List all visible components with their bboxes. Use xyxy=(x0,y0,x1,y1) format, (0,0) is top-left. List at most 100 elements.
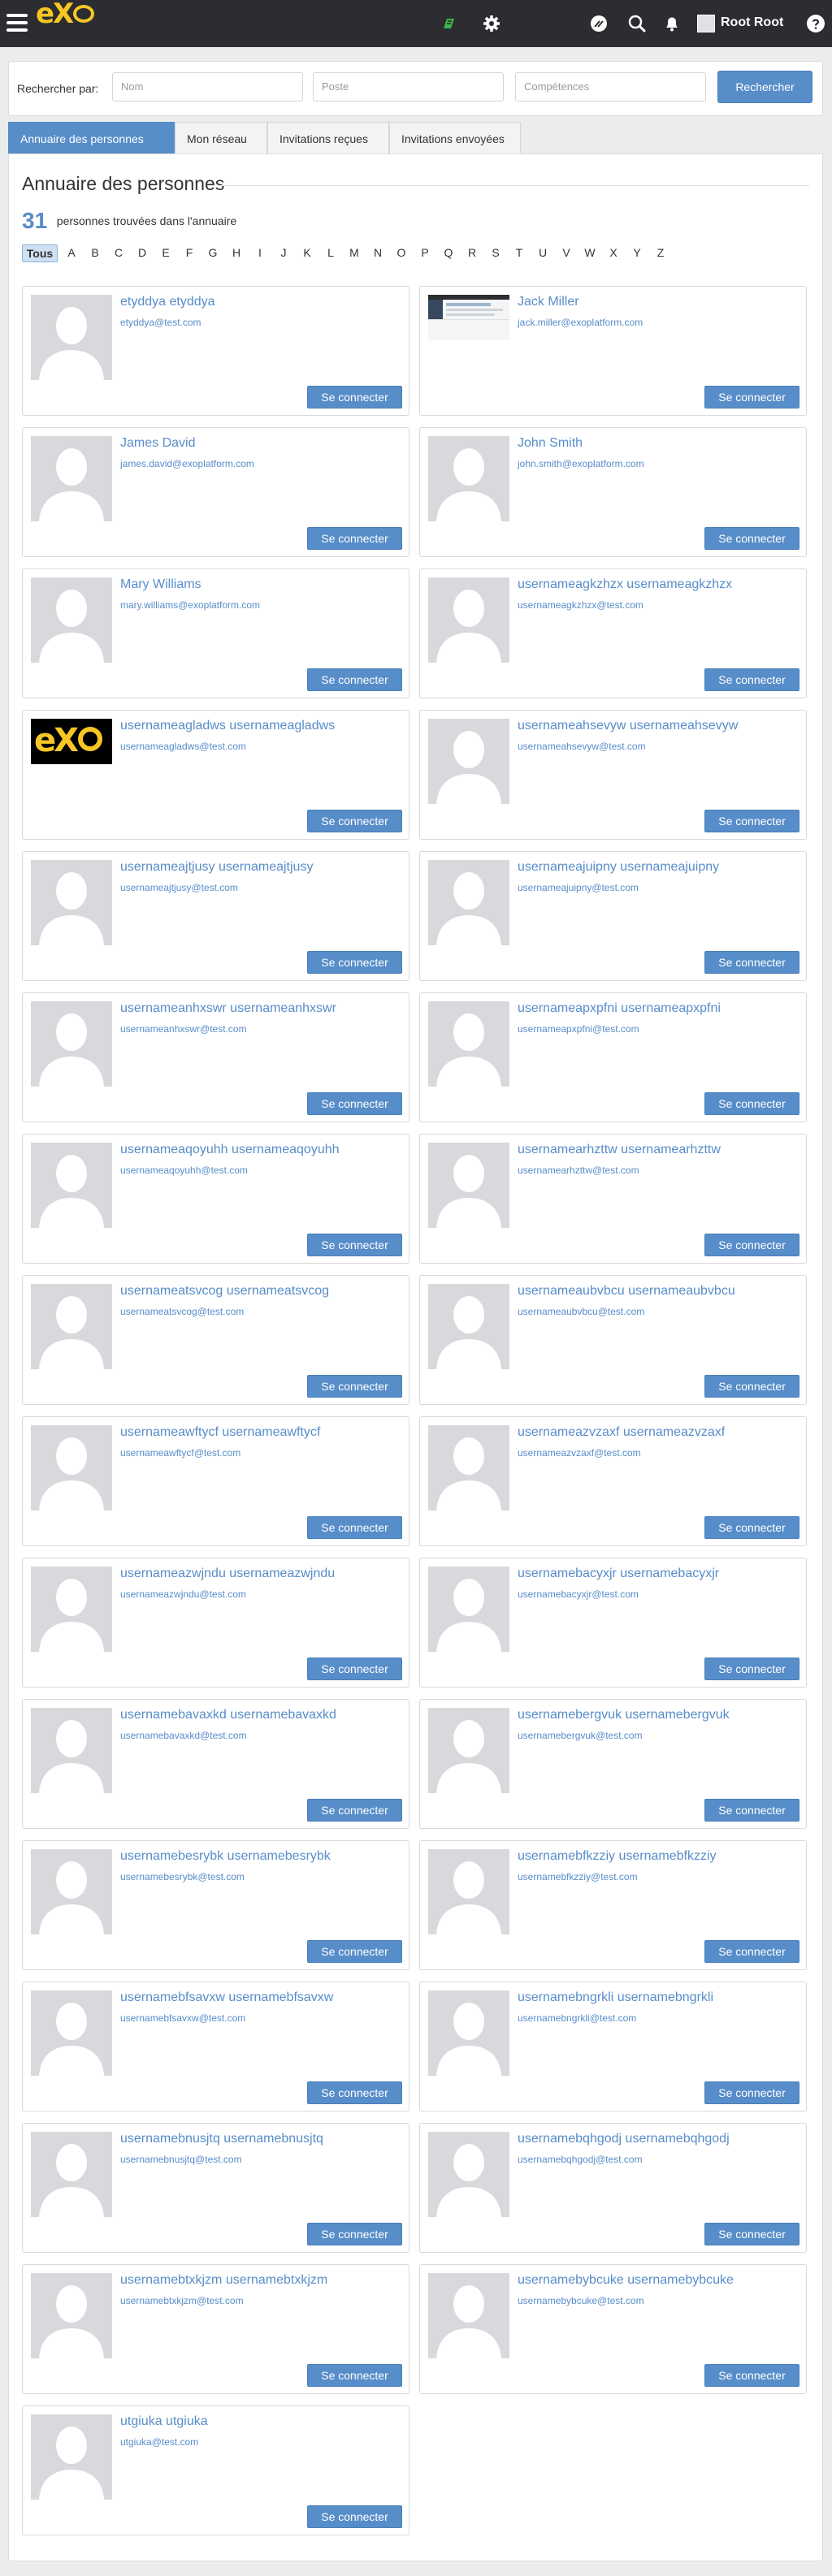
person-name-link[interactable]: usernamebavaxkd usernamebavaxkd xyxy=(120,1708,336,1722)
connect-button[interactable]: Se connecter xyxy=(704,2223,800,2245)
person-email-link[interactable]: etyddya@test.com xyxy=(120,317,202,328)
connect-button[interactable]: Se connecter xyxy=(704,1940,800,1963)
person-name-link[interactable]: usernameatsvcog usernameatsvcog xyxy=(120,1284,329,1299)
avatar[interactable] xyxy=(428,1567,509,1652)
person-email-link[interactable]: jack.miller@exoplatform.com xyxy=(518,317,643,328)
person-name-link[interactable]: usernamebfsavxw usernamebfsavxw xyxy=(120,1990,333,2005)
avatar[interactable] xyxy=(31,1143,112,1228)
connect-button[interactable]: Se connecter xyxy=(704,2081,800,2104)
avatar[interactable] xyxy=(31,2414,112,2500)
avatar[interactable]: eX xyxy=(31,719,112,764)
connect-button[interactable]: Se connecter xyxy=(704,527,800,550)
avatar[interactable] xyxy=(428,1001,509,1087)
letter-filter-x[interactable]: X xyxy=(604,244,622,262)
avatar[interactable] xyxy=(31,436,112,521)
person-email-link[interactable]: usernameagkzhzx@test.com xyxy=(518,599,644,611)
avatar[interactable] xyxy=(428,1990,509,2076)
person-name-link[interactable]: usernamebnusjtq usernamebnusjtq xyxy=(120,2132,323,2146)
search-button[interactable]: Rechercher xyxy=(717,71,812,103)
letter-filter-o[interactable]: O xyxy=(392,244,410,262)
letter-filter-h[interactable]: H xyxy=(228,244,245,262)
person-email-link[interactable]: john.smith@exoplatform.com xyxy=(518,458,644,469)
letter-filter-v[interactable]: V xyxy=(557,244,575,262)
connect-button[interactable]: Se connecter xyxy=(704,810,800,832)
search-icon[interactable] xyxy=(627,14,647,33)
connect-button[interactable]: Se connecter xyxy=(307,1375,402,1398)
connect-button[interactable]: Se connecter xyxy=(307,668,402,691)
letter-filter-m[interactable]: M xyxy=(345,244,363,262)
person-name-link[interactable]: Jack Miller xyxy=(518,295,579,309)
person-email-link[interactable]: usernameazwjndu@test.com xyxy=(120,1588,246,1600)
position-search-input[interactable]: Poste xyxy=(313,72,504,102)
connect-button[interactable]: Se connecter xyxy=(704,2364,800,2387)
avatar[interactable] xyxy=(31,860,112,945)
person-name-link[interactable]: usernameagladws usernameagladws xyxy=(120,719,335,733)
letter-filter-b[interactable]: B xyxy=(86,244,104,262)
avatar[interactable] xyxy=(428,1708,509,1793)
person-email-link[interactable]: usernameawftycf@test.com xyxy=(120,1447,240,1459)
person-name-link[interactable]: usernameazvzaxf usernameazvzaxf xyxy=(518,1425,725,1440)
connect-button[interactable]: Se connecter xyxy=(307,951,402,974)
letter-filter-c[interactable]: C xyxy=(110,244,128,262)
avatar[interactable] xyxy=(31,1001,112,1087)
chat-icon[interactable] xyxy=(589,14,609,33)
letter-filter-t[interactable]: T xyxy=(510,244,528,262)
bell-icon[interactable] xyxy=(662,14,682,33)
tab-my-network[interactable]: Mon réseau xyxy=(175,122,267,154)
letter-filter-j[interactable]: J xyxy=(275,244,292,262)
person-name-link[interactable]: usernamebesrybk usernamebesrybk xyxy=(120,1849,331,1864)
avatar[interactable] xyxy=(428,2273,509,2358)
person-email-link[interactable]: usernamebavaxkd@test.com xyxy=(120,1730,247,1741)
avatar[interactable] xyxy=(428,1284,509,1369)
person-email-link[interactable]: usernameahsevyw@test.com xyxy=(518,741,646,752)
letter-filter-all[interactable]: Tous xyxy=(22,244,58,262)
settings-icon[interactable] xyxy=(482,14,501,33)
person-email-link[interactable]: mary.williams@exoplatform.com xyxy=(120,599,260,611)
person-name-link[interactable]: usernamebqhgodj usernamebqhgodj xyxy=(518,2132,730,2146)
person-name-link[interactable]: John Smith xyxy=(518,436,583,451)
person-email-link[interactable]: usernameapxpfni@test.com xyxy=(518,1023,639,1035)
tab-sent-invitations[interactable]: Invitations envoyées xyxy=(389,122,521,154)
app-badge-icon[interactable] xyxy=(439,14,458,33)
avatar[interactable] xyxy=(428,1849,509,1934)
connect-button[interactable]: Se connecter xyxy=(704,1092,800,1115)
connect-button[interactable]: Se connecter xyxy=(704,1516,800,1539)
person-name-link[interactable]: usernameazwjndu usernameazwjndu xyxy=(120,1567,335,1581)
person-email-link[interactable]: usernameanhxswr@test.com xyxy=(120,1023,247,1035)
person-email-link[interactable]: utgiuka@test.com xyxy=(120,2436,198,2448)
avatar[interactable] xyxy=(31,1425,112,1511)
person-name-link[interactable]: usernameaubvbcu usernameaubvbcu xyxy=(518,1284,735,1299)
person-name-link[interactable]: usernamebergvuk usernamebergvuk xyxy=(518,1708,730,1722)
letter-filter-e[interactable]: E xyxy=(157,244,175,262)
person-email-link[interactable]: usernameatsvcog@test.com xyxy=(120,1306,244,1317)
avatar[interactable] xyxy=(428,719,509,804)
connect-button[interactable]: Se connecter xyxy=(704,1799,800,1822)
avatar[interactable] xyxy=(31,1567,112,1652)
person-name-link[interactable]: usernamebngrkli usernamebngrkli xyxy=(518,1990,713,2005)
connect-button[interactable]: Se connecter xyxy=(307,527,402,550)
connect-button[interactable]: Se connecter xyxy=(704,1234,800,1256)
person-name-link[interactable]: Mary Williams xyxy=(120,577,202,592)
connect-button[interactable]: Se connecter xyxy=(704,1658,800,1680)
avatar[interactable] xyxy=(31,2273,112,2358)
letter-filter-l[interactable]: L xyxy=(322,244,340,262)
person-email-link[interactable]: james.david@exoplatform.com xyxy=(120,458,254,469)
letter-filter-z[interactable]: Z xyxy=(652,244,670,262)
connect-button[interactable]: Se connecter xyxy=(307,1092,402,1115)
avatar[interactable] xyxy=(31,295,112,380)
connect-button[interactable]: Se connecter xyxy=(307,1234,402,1256)
avatar[interactable] xyxy=(31,2132,112,2217)
person-email-link[interactable]: usernamebacyxjr@test.com xyxy=(518,1588,639,1600)
person-name-link[interactable]: usernameaqoyuhh usernameaqoyuhh xyxy=(120,1143,340,1157)
person-name-link[interactable]: usernameajuipny usernameajuipny xyxy=(518,860,719,875)
person-email-link[interactable]: usernameagladws@test.com xyxy=(120,741,246,752)
letter-filter-k[interactable]: K xyxy=(298,244,316,262)
person-name-link[interactable]: usernameawftycf usernameawftycf xyxy=(120,1425,320,1440)
skills-search-input[interactable]: Compétences xyxy=(515,72,706,102)
person-email-link[interactable]: usernamebfkzziy@test.com xyxy=(518,1871,638,1882)
connect-button[interactable]: Se connecter xyxy=(704,386,800,408)
letter-filter-d[interactable]: D xyxy=(133,244,151,262)
connect-button[interactable]: Se connecter xyxy=(307,2364,402,2387)
person-email-link[interactable]: usernameaubvbcu@test.com xyxy=(518,1306,644,1317)
connect-button[interactable]: Se connecter xyxy=(307,1799,402,1822)
